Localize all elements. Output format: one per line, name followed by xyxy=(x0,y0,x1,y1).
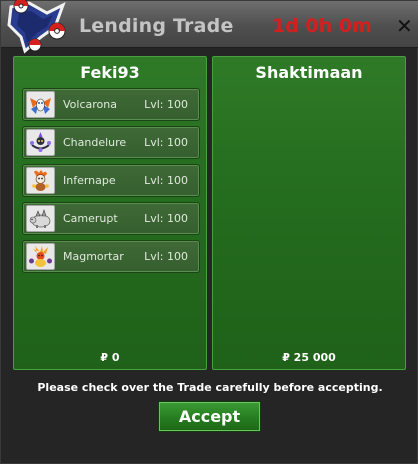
accept-button[interactable]: Accept xyxy=(159,402,260,431)
pokemon-list: Volcarona Lvl: 100 Chandelure Lvl: 100 I… xyxy=(22,88,200,278)
panel-player-name: Feki93 xyxy=(80,63,140,82)
pokemon-level: Lvl: 100 xyxy=(144,250,188,263)
pokemon-name: Magmortar xyxy=(63,250,124,263)
offer-panel-shaktimaan: Shaktimaan ₽ 25 000 xyxy=(212,56,406,370)
offered-money: ₽ 0 xyxy=(100,351,120,364)
volcarona-icon xyxy=(26,91,55,118)
trade-timer: 1d 0h 0m xyxy=(272,15,372,37)
pokemon-level: Lvl: 100 xyxy=(144,98,188,111)
infernape-icon xyxy=(26,167,55,194)
pokemon-name: Chandelure xyxy=(63,136,127,149)
window-title: Lending Trade xyxy=(79,15,234,37)
offered-money: ₽ 25 000 xyxy=(282,351,336,364)
pokemon-level: Lvl: 100 xyxy=(144,212,188,225)
close-button[interactable]: ✕ xyxy=(396,16,413,36)
pokeball-logo-icon xyxy=(7,0,66,54)
pokemon-name: Volcarona xyxy=(63,98,117,111)
trade-notice: Please check over the Trade carefully be… xyxy=(37,381,383,394)
chandelure-icon xyxy=(26,129,55,156)
camerupt-icon xyxy=(26,205,55,232)
magmortar-icon xyxy=(26,243,55,270)
pokemon-row-camerupt[interactable]: Camerupt Lvl: 100 xyxy=(22,202,200,235)
offer-panel-feki93: Feki93 Volcarona Lvl: 100 Chandelure Lvl… xyxy=(13,56,207,370)
pokemon-row-volcarona[interactable]: Volcarona Lvl: 100 xyxy=(22,88,200,121)
pokemon-row-chandelure[interactable]: Chandelure Lvl: 100 xyxy=(22,126,200,159)
pokemon-name: Camerupt xyxy=(63,212,118,225)
lending-trade-window: Lending Trade 1d 0h 0m ✕ Feki93 Volcaron… xyxy=(0,0,418,464)
panel-player-name: Shaktimaan xyxy=(255,63,363,82)
pokemon-row-infernape[interactable]: Infernape Lvl: 100 xyxy=(22,164,200,197)
pokemon-level: Lvl: 100 xyxy=(144,136,188,149)
pokemon-row-magmortar[interactable]: Magmortar Lvl: 100 xyxy=(22,240,200,273)
pokemon-level: Lvl: 100 xyxy=(144,174,188,187)
pokemon-name: Infernape xyxy=(63,174,116,187)
